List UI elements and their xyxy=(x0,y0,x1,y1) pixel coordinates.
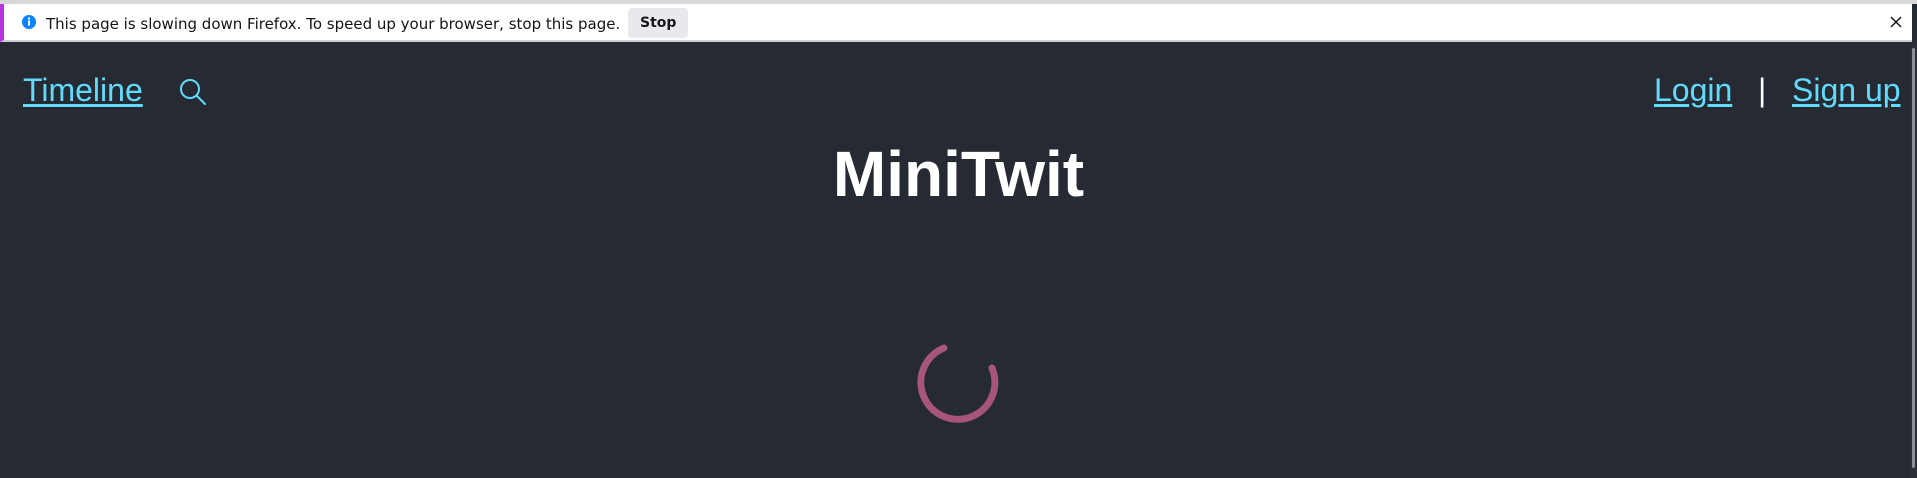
search-icon[interactable] xyxy=(178,77,208,107)
info-icon xyxy=(20,13,38,31)
login-link[interactable]: Login xyxy=(1654,72,1732,109)
close-icon[interactable] xyxy=(1886,12,1906,32)
timeline-link[interactable]: Timeline xyxy=(23,72,143,109)
loading-spinner-icon xyxy=(917,341,999,423)
nav-separator: | xyxy=(1758,72,1767,108)
page-title: MiniTwit xyxy=(832,138,1085,210)
signup-link[interactable]: Sign up xyxy=(1792,72,1901,109)
scrollbar-thumb[interactable] xyxy=(1912,48,1915,468)
slow-page-notification-bar: This page is slowing down Firefox. To sp… xyxy=(0,4,1912,42)
notification-message: This page is slowing down Firefox. To sp… xyxy=(46,15,621,33)
page-scrollbar[interactable] xyxy=(1911,44,1917,478)
stop-button[interactable]: Stop xyxy=(628,8,689,38)
